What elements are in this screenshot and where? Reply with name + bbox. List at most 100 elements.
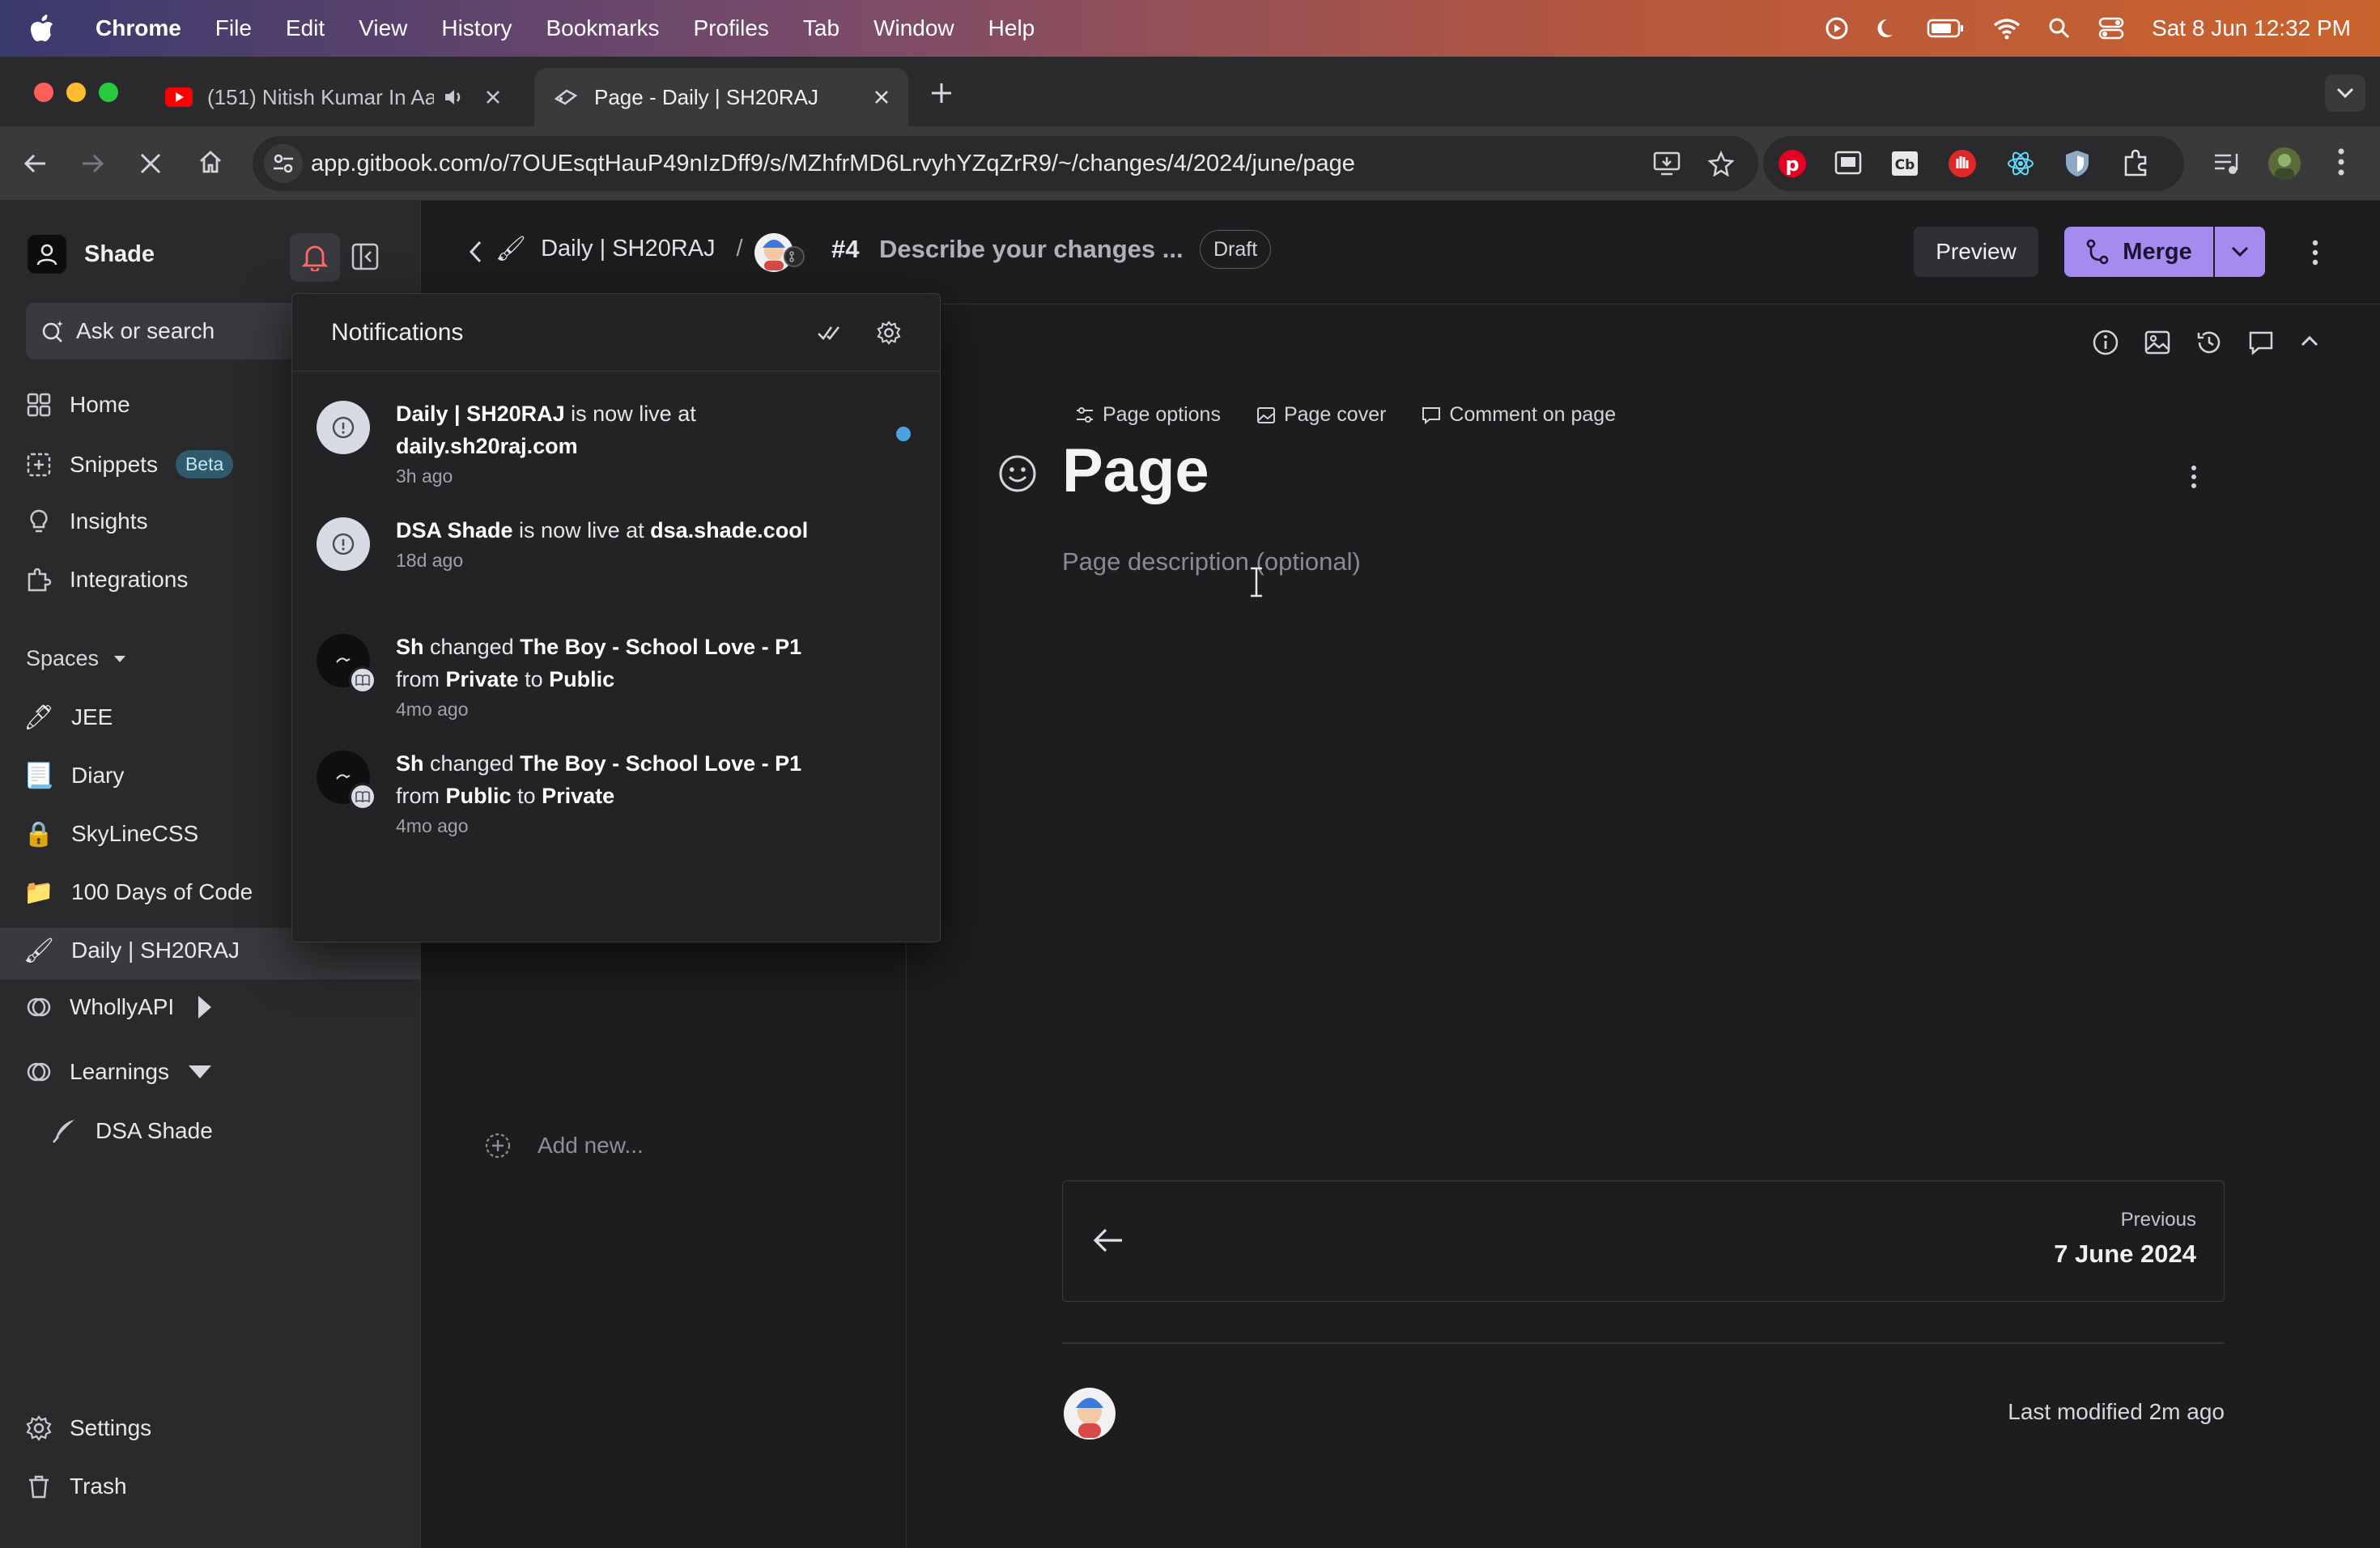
history-icon[interactable]: [2195, 329, 2223, 356]
space-item-jee[interactable]: 🖊 JEE: [23, 703, 113, 732]
menubar-datetime[interactable]: Sat 8 Jun 12:32 PM: [2152, 15, 2351, 41]
page-title[interactable]: Page: [1062, 436, 1209, 506]
last-editor-avatar[interactable]: [1062, 1386, 1117, 1441]
cb-extension-icon[interactable]: Cb: [1891, 151, 1919, 176]
sidebar-item-trash[interactable]: Trash: [26, 1474, 127, 1499]
svg-text:p: p: [1785, 153, 1799, 176]
hand-stop-extension-icon[interactable]: [1948, 149, 1977, 178]
react-devtools-icon[interactable]: [2006, 149, 2035, 178]
menu-tab[interactable]: Tab: [803, 15, 839, 41]
notification-item[interactable]: Sh changed The Boy - School Love - P1 fr…: [317, 747, 916, 853]
extensions-puzzle-icon[interactable]: [2121, 149, 2150, 178]
comment-on-page-button[interactable]: Comment on page: [1422, 403, 1616, 427]
sidebar-item-snippets[interactable]: Snippets Beta: [26, 450, 234, 478]
book-icon: [349, 783, 376, 810]
page-description-input[interactable]: Page description (optional): [1062, 547, 1361, 576]
back-arrow-icon[interactable]: [23, 151, 49, 176]
maximize-window-button[interactable]: [99, 83, 118, 102]
org-switcher[interactable]: Shade: [28, 235, 155, 274]
image-icon[interactable]: [2144, 329, 2171, 356]
info-icon[interactable]: [2092, 329, 2119, 356]
install-app-icon[interactable]: [1653, 151, 1681, 176]
preview-button[interactable]: Preview: [1914, 227, 2038, 277]
notification-item[interactable]: Sh changed The Boy - School Love - P1 fr…: [317, 631, 916, 736]
snippets-icon: [26, 452, 52, 478]
breadcrumb-space-link[interactable]: Daily | SH20RAJ: [541, 236, 715, 262]
forward-arrow-icon[interactable]: [79, 151, 105, 176]
menu-view[interactable]: View: [359, 15, 407, 41]
sidebar-item-integrations[interactable]: Integrations: [26, 567, 188, 593]
shield-icon[interactable]: [2064, 149, 2090, 178]
close-tab-icon[interactable]: [486, 90, 500, 104]
notifications-bell-button[interactable]: [290, 233, 340, 282]
page-cover-button[interactable]: Page cover: [1256, 403, 1386, 427]
media-controls-icon[interactable]: [2213, 151, 2241, 176]
merge-options-chevron-icon[interactable]: [2215, 227, 2265, 277]
new-tab-icon[interactable]: [929, 81, 954, 105]
page-options-button[interactable]: Page options: [1075, 403, 1221, 427]
bookmark-star-icon[interactable]: [1708, 151, 1734, 176]
change-title-input[interactable]: Describe your changes ...: [879, 235, 1184, 264]
menu-app-chrome[interactable]: Chrome: [96, 15, 181, 41]
sidebar-item-insights[interactable]: Insights: [26, 508, 148, 534]
svg-text:Cb: Cb: [1895, 157, 1915, 173]
profile-avatar-icon[interactable]: [2268, 147, 2301, 180]
space-item-dsa-shade[interactable]: DSA Shade: [50, 1117, 213, 1145]
apple-icon[interactable]: [29, 14, 58, 43]
quill-icon: [50, 1117, 78, 1145]
chrome-menu-icon[interactable]: [2338, 147, 2344, 176]
page-more-options-icon[interactable]: [2191, 465, 2197, 489]
picture-in-picture-icon[interactable]: [1834, 151, 1862, 175]
url-text[interactable]: app.gitbook.com/o/7OUEsqtHauP49nIzDff9/s…: [311, 151, 1355, 177]
speaker-icon[interactable]: [444, 88, 465, 106]
control-center-icon[interactable]: [2098, 17, 2124, 40]
ask-or-search-input[interactable]: Ask or search: [26, 303, 301, 359]
screen-record-icon[interactable]: [1825, 16, 1849, 40]
pinterest-icon[interactable]: p: [1778, 149, 1807, 178]
more-options-icon[interactable]: [2312, 240, 2318, 266]
merge-button[interactable]: Merge: [2064, 227, 2213, 277]
emoji-picker-icon[interactable]: [997, 453, 1038, 494]
site-info-icon[interactable]: [264, 144, 303, 183]
chevron-left-icon[interactable]: [468, 240, 482, 264]
mark-all-read-icon[interactable]: [817, 322, 841, 343]
wifi-icon[interactable]: [1993, 17, 2021, 40]
notification-item[interactable]: Daily | SH20RAJ is now live at daily.sh2…: [317, 398, 916, 503]
sidebar-item-home[interactable]: Home: [26, 392, 130, 418]
space-item-100-days-of-code[interactable]: 📁 100 Days of Code: [23, 878, 253, 907]
browser-tab-youtube[interactable]: (151) Nitish Kumar In Aap: [146, 68, 526, 126]
menu-window[interactable]: Window: [873, 15, 954, 41]
battery-icon[interactable]: [1927, 18, 1966, 39]
moon-icon[interactable]: [1876, 17, 1899, 40]
menu-help[interactable]: Help: [988, 15, 1035, 41]
space-item-diary[interactable]: 📃 Diary: [23, 761, 124, 790]
sidebar-item-settings[interactable]: Settings: [26, 1415, 151, 1441]
add-new-page-button[interactable]: Add new...: [484, 1132, 644, 1159]
space-item-skylinecss[interactable]: 🔒 SkyLineCSS: [23, 819, 198, 848]
notification-settings-gear-icon[interactable]: [877, 320, 901, 345]
menu-bookmarks[interactable]: Bookmarks: [546, 15, 659, 41]
previous-page-card[interactable]: Previous 7 June 2024: [1062, 1180, 2225, 1302]
collection-item-learnings[interactable]: Learnings: [26, 1059, 213, 1085]
close-window-button[interactable]: [34, 83, 53, 102]
spotlight-search-icon[interactable]: [2048, 17, 2071, 40]
minimize-window-button[interactable]: [66, 83, 86, 102]
menu-profiles[interactable]: Profiles: [694, 15, 769, 41]
spaces-section-header[interactable]: Spaces: [26, 646, 126, 671]
notification-to: Public: [549, 667, 615, 691]
stop-loading-icon[interactable]: [139, 152, 162, 175]
chevron-up-icon[interactable]: [2301, 335, 2318, 347]
home-icon[interactable]: [198, 149, 223, 175]
tab-search-chevron-icon[interactable]: [2325, 74, 2365, 112]
notification-item[interactable]: DSA Shade is now live at dsa.shade.cool …: [317, 514, 916, 619]
browser-tab-gitbook[interactable]: Page - Daily | SH20RAJ: [534, 68, 908, 126]
collapse-sidebar-icon[interactable]: [351, 243, 379, 270]
menu-edit[interactable]: Edit: [286, 15, 325, 41]
comment-icon[interactable]: [2247, 329, 2275, 356]
menu-history[interactable]: History: [441, 15, 512, 41]
address-bar[interactable]: app.gitbook.com/o/7OUEsqtHauP49nIzDff9/s…: [253, 136, 1758, 191]
space-item-daily-sh20raj[interactable]: 🖌 Daily | SH20RAJ: [23, 936, 240, 965]
menu-file[interactable]: File: [215, 15, 252, 41]
collection-item-whollyapi[interactable]: WhollyAPI: [26, 994, 218, 1020]
close-tab-icon[interactable]: [874, 90, 889, 104]
